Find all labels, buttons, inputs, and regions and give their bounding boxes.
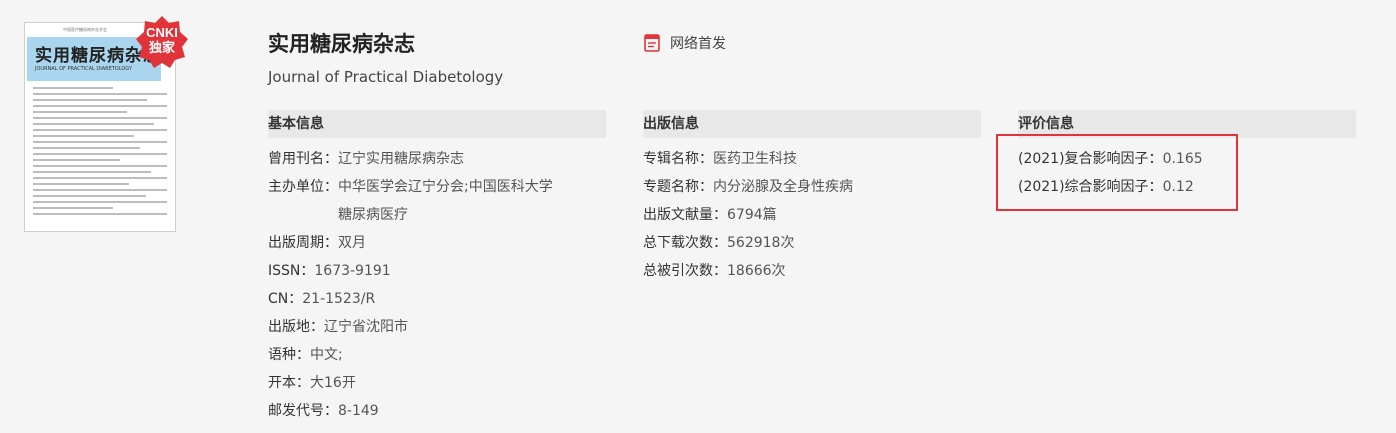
row-value: 6794篇 [727, 207, 777, 223]
row-label: 开本： [268, 375, 310, 391]
publication-info-heading: 出版信息 [643, 110, 981, 138]
row-label: 邮发代号： [268, 403, 338, 419]
row-value: 辽宁省沈阳市 [324, 319, 408, 335]
basic-info-heading: 基本信息 [268, 110, 606, 138]
cover-subtitle: JOURNAL OF PRACTICAL DIABETOLOGY [35, 66, 132, 72]
row-label: ISSN： [268, 263, 315, 279]
journal-title: 实用糖尿病杂志 [268, 32, 415, 56]
row-value: 中文; [310, 347, 343, 363]
info-row-topic: 专题名称： 内分泌腺及全身性疾病 [643, 173, 981, 201]
row-label: 出版地： [268, 319, 324, 335]
row-label: 专题名称： [643, 179, 713, 195]
row-label: 专辑名称： [643, 151, 713, 167]
row-label: 曾用刊名： [268, 151, 338, 167]
row-value: 1673-9191 [314, 263, 391, 279]
publication-info-section: 出版信息 专辑名称： 医药卫生科技 专题名称： 内分泌腺及全身性疾病 出版文献量… [643, 110, 981, 285]
row-value: 大16开 [310, 375, 356, 391]
badge-line1: CNKI [146, 25, 178, 40]
info-row-album: 专辑名称： 医药卫生科技 [643, 145, 981, 173]
cover-top-text: 中国医疗糖尿病杂志学会 [63, 27, 107, 32]
row-value: 辽宁实用糖尿病杂志 [338, 151, 464, 167]
cnki-exclusive-badge: CNKI 独家 [135, 15, 189, 69]
info-row-downloads: 总下载次数： 562918次 [643, 229, 981, 257]
row-value: 562918次 [727, 235, 795, 251]
row-label: 语种： [268, 347, 310, 363]
row-label: 主办单位： [268, 179, 338, 195]
document-icon [643, 33, 661, 53]
info-row-former-name: 曾用刊名： 辽宁实用糖尿病杂志 [268, 145, 606, 173]
info-row-issn: ISSN： 1673-9191 [268, 257, 606, 285]
badge-line2: 独家 [148, 40, 175, 55]
online-first-label: 网络首发 [670, 36, 726, 52]
row-value: 内分泌腺及全身性疾病 [713, 179, 853, 195]
online-first-link[interactable]: 网络首发 [643, 33, 726, 53]
row-value: 医药卫生科技 [713, 151, 797, 167]
info-row-frequency: 出版周期： 双月 [268, 229, 606, 257]
row-value: 8-149 [338, 403, 379, 419]
row-value: 21-1523/R [302, 291, 376, 307]
journal-english-title: Journal of Practical Diabetology [268, 68, 504, 86]
row-value: 双月 [338, 235, 366, 251]
row-value: 18666次 [727, 263, 786, 279]
info-row-postal-code: 邮发代号： 8-149 [268, 397, 606, 425]
row-label: 出版文献量： [643, 207, 727, 223]
info-row-format: 开本： 大16开 [268, 369, 606, 397]
row-value: 中华医学会辽宁分会;中国医科大学糖尿病医疗 [338, 179, 553, 223]
row-label: CN： [268, 291, 303, 307]
impact-factor-highlight-box [996, 134, 1238, 211]
info-row-cn: CN： 21-1523/R [268, 285, 606, 313]
row-label: 总被引次数： [643, 263, 727, 279]
row-label: 总下载次数： [643, 235, 727, 251]
info-row-language: 语种： 中文; [268, 341, 606, 369]
info-row-citations: 总被引次数： 18666次 [643, 257, 981, 285]
info-row-article-count: 出版文献量： 6794篇 [643, 201, 981, 229]
info-row-place: 出版地： 辽宁省沈阳市 [268, 313, 606, 341]
info-row-sponsor: 主办单位： 中华医学会辽宁分会;中国医科大学糖尿病医疗 [268, 173, 606, 229]
row-label: 出版周期： [268, 235, 338, 251]
basic-info-section: 基本信息 曾用刊名： 辽宁实用糖尿病杂志 主办单位： 中华医学会辽宁分会;中国医… [268, 110, 606, 425]
cover-contents [33, 87, 167, 223]
